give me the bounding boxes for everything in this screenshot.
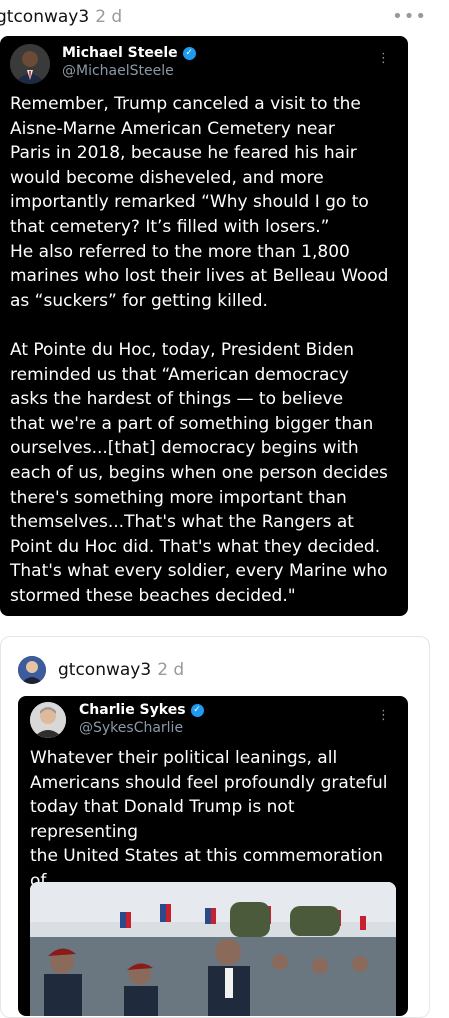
- tweet-author-name[interactable]: Michael Steele ✓: [62, 45, 196, 61]
- avatar-portrait-icon: [30, 702, 66, 738]
- tweet-author-name[interactable]: Charlie Sykes ✓: [79, 702, 204, 718]
- avatar[interactable]: [10, 44, 50, 84]
- author-name-text: Michael Steele: [62, 45, 178, 61]
- more-vertical-icon[interactable]: ⋮: [377, 51, 390, 66]
- post-timestamp: 2 d: [157, 660, 185, 680]
- ceremony-photo-image: [30, 882, 396, 1016]
- tweet-author-handle[interactable]: @SykesCharlie: [79, 720, 183, 736]
- avatar-portrait-icon: [10, 44, 50, 84]
- author-name-text: Charlie Sykes: [79, 702, 186, 718]
- tweet-text: Remember, Trump canceled a visit to the …: [10, 94, 389, 606]
- avatar[interactable]: [30, 702, 66, 738]
- tweet-author-handle[interactable]: @MichaelSteele: [62, 63, 174, 79]
- avatar-portrait-icon: [18, 656, 46, 684]
- post-username[interactable]: gtconway3: [0, 7, 89, 27]
- embedded-tweet[interactable]: Michael Steele ✓ @MichaelSteele ⋮ Rememb…: [0, 36, 408, 616]
- post-header: gtconway3 2 d: [0, 4, 122, 30]
- verified-badge-icon: ✓: [190, 703, 204, 717]
- verified-badge-icon: ✓: [182, 46, 196, 60]
- post-header: gtconway3 2 d: [18, 656, 184, 684]
- tweet-photo[interactable]: [30, 882, 396, 1016]
- post-timestamp: 2 d: [95, 7, 123, 27]
- post-username[interactable]: gtconway3: [58, 660, 151, 680]
- embedded-tweet[interactable]: Charlie Sykes ✓ @SykesCharlie ⋮ Whatever…: [18, 696, 408, 1016]
- avatar[interactable]: [18, 656, 46, 684]
- more-vertical-icon[interactable]: ⋮: [377, 708, 390, 723]
- more-horizontal-icon[interactable]: •••: [392, 6, 427, 27]
